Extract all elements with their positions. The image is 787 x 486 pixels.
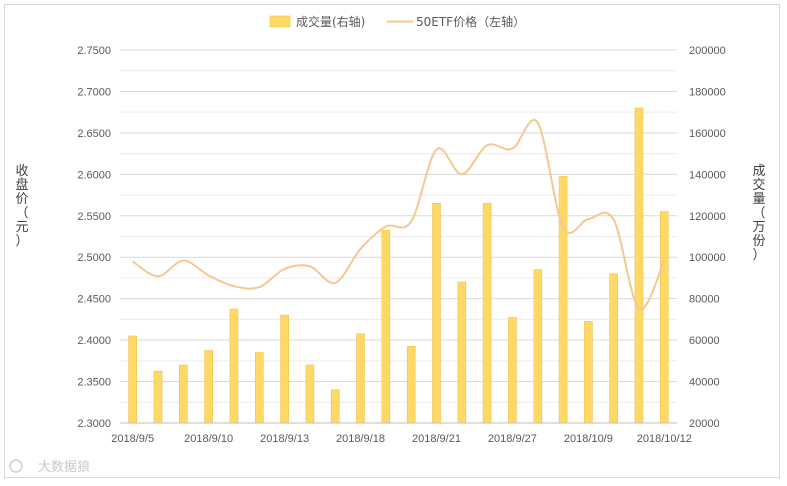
y-right-axis-title-char: 万 — [752, 220, 765, 235]
y-left-axis-title-char: 收 — [15, 164, 28, 179]
y-right-axis-title: 成交量（万份） — [752, 164, 765, 263]
y-left-tick-label: 2.3000 — [77, 418, 111, 430]
volume-bar — [128, 335, 137, 424]
y-right-tick-label: 80000 — [689, 294, 720, 306]
y-left-tick-label: 2.4000 — [77, 335, 111, 347]
legend-label-price: 50ETF价格（左轴） — [416, 14, 525, 29]
volume-bar — [229, 308, 239, 424]
legend-label-volume: 成交量(右轴) — [296, 14, 365, 29]
volume-bar — [204, 350, 213, 424]
y-left-axis-title-char: 元 — [15, 220, 28, 235]
y-right-tick-label: 60000 — [689, 335, 720, 347]
price-line — [132, 119, 666, 311]
volume-bar — [305, 364, 315, 424]
volume-bar — [280, 314, 289, 424]
y-right-axis-title-char: （ — [752, 206, 765, 221]
volume-bar — [508, 316, 517, 424]
y-right-axis-title-char: 份 — [752, 234, 765, 249]
x-tick-label: 2018/9/13 — [260, 433, 309, 445]
y-left-axis-title-char: 价 — [15, 192, 28, 207]
watermark-text: 大数据狼 — [38, 460, 90, 475]
y-right-tick-label: 140000 — [689, 169, 726, 181]
legend-swatch-volume — [269, 15, 291, 28]
y-left-axis-title-char: ） — [15, 234, 28, 249]
y-right-tick-label: 120000 — [689, 211, 726, 223]
volume-bar — [457, 281, 467, 424]
y-left-axis-title-char: （ — [15, 206, 28, 221]
legend: 成交量(右轴) 50ETF价格（左轴） — [269, 14, 525, 29]
x-tick-label: 2018/9/18 — [336, 433, 385, 445]
volume-bar — [153, 370, 163, 424]
volume-bar — [482, 203, 492, 424]
y-left-tick-label: 2.7500 — [77, 45, 111, 57]
y-left-tick-label: 2.4500 — [77, 294, 111, 306]
volume-bar — [179, 364, 188, 424]
x-tick-label: 2018/10/12 — [637, 433, 692, 445]
y-right-tick-label: 180000 — [689, 86, 726, 98]
volume-bar — [432, 203, 441, 424]
y-right-axis-title-char: 交 — [752, 177, 765, 193]
volume-bar — [255, 352, 264, 424]
x-tick-label: 2018/9/27 — [488, 433, 537, 445]
y-left-tick-label: 2.3500 — [77, 377, 111, 389]
watermark-logo-icon — [9, 459, 23, 473]
x-tick-label: 2018/9/10 — [184, 433, 233, 445]
y-right-tick-label: 40000 — [689, 377, 720, 389]
y-right-axis-title-char: 成 — [752, 164, 765, 179]
y-left-tick-label: 2.5000 — [77, 252, 111, 264]
combo-chart: 2.3000 2.3500 2.4000 2.4500 2.5000 2.5500 2.60… — [9, 14, 766, 475]
y-right-tick-label: 100000 — [689, 252, 726, 264]
volume-bar — [406, 345, 416, 424]
volume-bars — [128, 107, 669, 424]
y-right-tick-label: 20000 — [689, 418, 720, 430]
volume-bar — [584, 321, 593, 424]
y-left-axis-title-char: 盘 — [15, 177, 28, 193]
volume-bar — [609, 273, 619, 424]
volume-bar — [330, 389, 340, 424]
price-series-line — [132, 119, 666, 311]
y-left-tick-label: 2.5500 — [77, 211, 111, 223]
axes: 2.3000 2.3500 2.4000 2.4500 2.5000 2.5500 2.60… — [77, 45, 725, 445]
volume-bar — [381, 230, 391, 424]
volume-bar — [356, 333, 365, 424]
y-left-tick-label: 2.7000 — [77, 86, 111, 98]
volume-bar — [558, 176, 568, 424]
y-left-tick-label: 2.6500 — [77, 128, 111, 140]
y-left-axis-title: 收盘价（元） — [15, 164, 28, 249]
x-tick-label: 2018/10/9 — [564, 433, 613, 445]
x-tick-label: 2018/9/5 — [111, 433, 154, 445]
volume-bar — [659, 211, 669, 424]
y-left-tick-label: 2.6000 — [77, 169, 111, 181]
y-right-tick-label: 200000 — [689, 45, 726, 57]
volume-bar — [533, 269, 543, 424]
y-right-axis-title-char: 量 — [752, 192, 765, 207]
watermark-group: 大数据狼 — [9, 459, 90, 475]
x-tick-label: 2018/9/21 — [412, 433, 461, 445]
volume-bar — [634, 107, 644, 424]
y-right-axis-title-char: ） — [752, 248, 765, 263]
y-right-tick-label: 160000 — [689, 128, 726, 140]
